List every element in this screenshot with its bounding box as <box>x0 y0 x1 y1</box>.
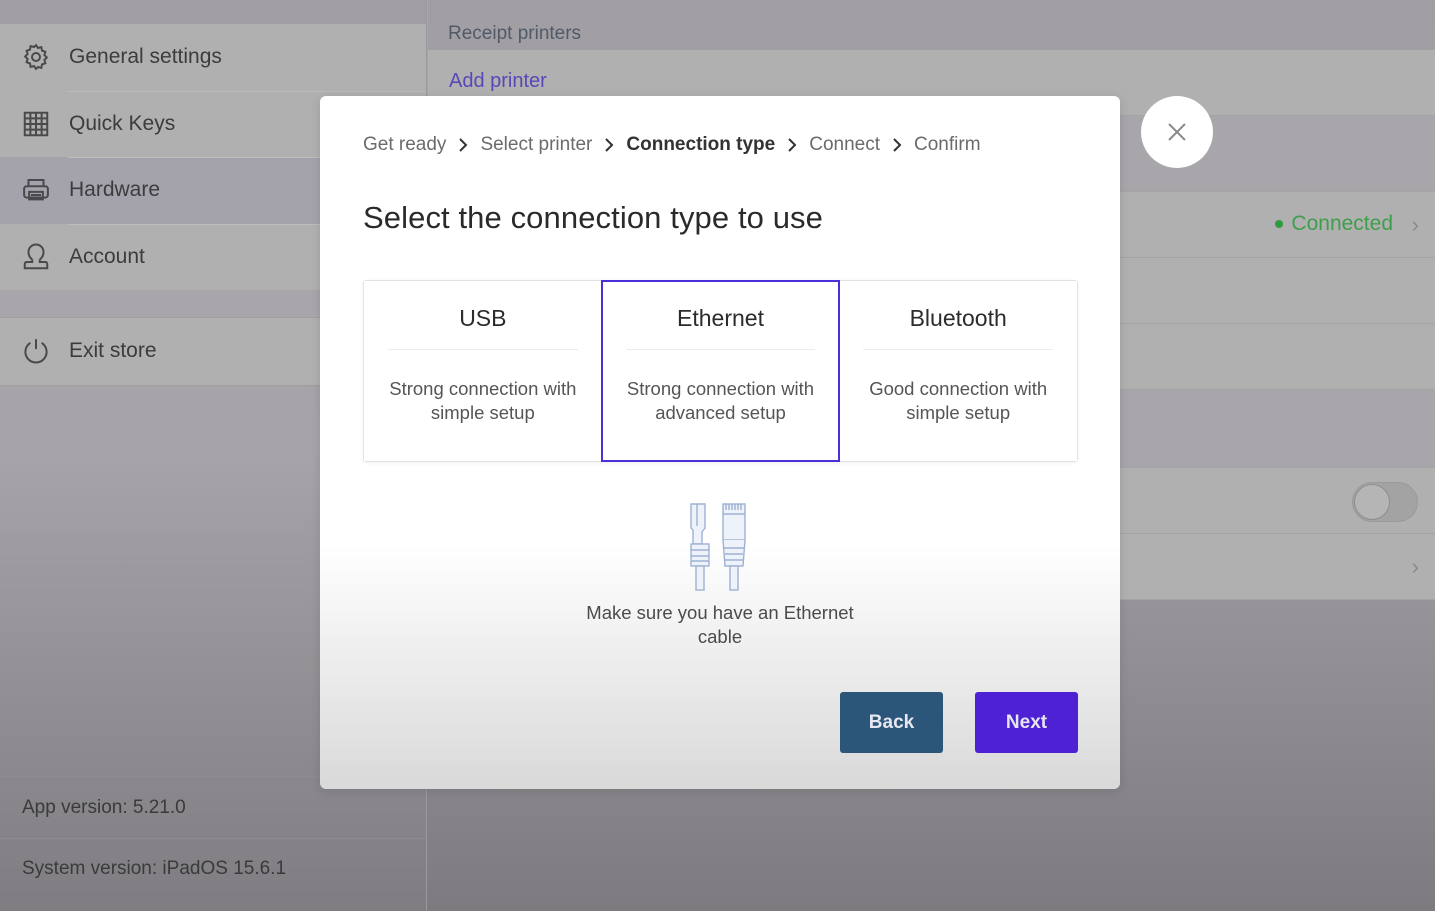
grid-icon <box>20 108 52 140</box>
sidebar-item-general-settings[interactable]: General settings <box>0 24 426 91</box>
chevron-right-icon <box>458 138 468 152</box>
divider <box>863 349 1054 350</box>
status-label: Connected <box>1291 212 1393 235</box>
connection-options: USB Strong connection with simple setup … <box>363 280 1078 462</box>
chevron-right-icon: › <box>1411 212 1419 237</box>
breadcrumb-connect: Connect <box>809 134 881 155</box>
add-printer-link[interactable]: Add printer <box>428 50 1435 93</box>
next-button[interactable]: Next <box>975 692 1078 753</box>
breadcrumb-confirm: Confirm <box>914 134 981 155</box>
chevron-right-icon <box>787 138 797 152</box>
section-title: Receipt printers <box>428 24 1435 50</box>
close-icon <box>1168 123 1186 141</box>
option-title: Bluetooth <box>909 305 1007 331</box>
user-icon <box>20 241 52 273</box>
status-dot-icon <box>1275 220 1284 228</box>
modal-title: Select the connection type to use <box>363 200 823 235</box>
connection-type-modal: Get ready Select printer Connection type… <box>320 96 1120 789</box>
breadcrumb-get-ready: Get ready <box>363 134 447 155</box>
breadcrumb-connection-type: Connection type <box>626 134 776 155</box>
option-ethernet[interactable]: Ethernet Strong connection with advanced… <box>600 280 841 462</box>
system-version: System version: iPadOS 15.6.1 <box>0 838 426 900</box>
gear-icon <box>20 41 52 73</box>
version-info: App version: 5.21.0 System version: iPad… <box>0 776 426 900</box>
option-bluetooth[interactable]: Bluetooth Good connection with simple se… <box>839 281 1078 461</box>
cable-note: Make sure you have an Ethernet cable <box>586 602 854 647</box>
chevron-right-icon <box>892 138 902 152</box>
sidebar-item-label: General settings <box>69 45 222 69</box>
option-title: Ethernet <box>677 305 764 331</box>
option-description: Strong connection with simple setup <box>389 378 577 423</box>
divider <box>625 349 816 350</box>
connection-status: Connected <box>1275 212 1393 236</box>
sidebar-item-label: Exit store <box>69 339 157 363</box>
close-button[interactable] <box>1141 96 1213 168</box>
back-button[interactable]: Back <box>840 692 943 753</box>
sidebar-item-label: Quick Keys <box>69 111 176 135</box>
sidebar-top-bar <box>0 0 426 24</box>
option-description: Strong connection with advanced setup <box>626 378 815 423</box>
chevron-right-icon <box>604 138 614 152</box>
printer-icon <box>20 174 52 206</box>
breadcrumb-select-printer: Select printer <box>480 134 593 155</box>
power-icon <box>20 335 52 367</box>
option-title: USB <box>459 305 507 331</box>
breadcrumb: Get ready Select printer Connection type… <box>363 134 981 156</box>
setting-toggle[interactable] <box>1352 482 1418 522</box>
sidebar-item-label: Hardware <box>69 178 161 202</box>
sidebar-item-label: Account <box>69 244 145 268</box>
divider <box>388 349 578 350</box>
chevron-right-icon: › <box>1411 554 1419 579</box>
ethernet-cable-icon <box>687 502 751 594</box>
option-description: Good connection with simple setup <box>869 378 1048 423</box>
option-usb[interactable]: USB Strong connection with simple setup <box>364 281 602 461</box>
